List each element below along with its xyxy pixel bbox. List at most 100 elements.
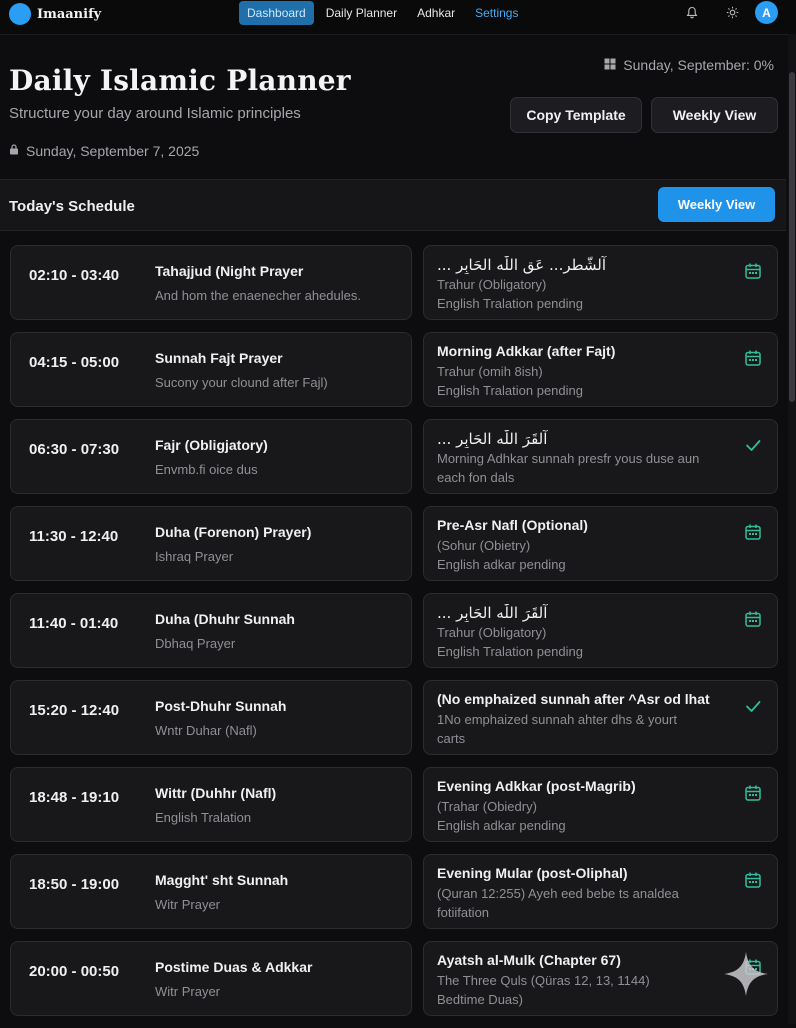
time-range: 04:15 - 05:00 [29,354,120,371]
schedule-row: 18:48 - 19:10 Wittr (Duhhr (Nafl) Englis… [10,767,778,844]
prayer-name: Sunnah Fajt Prayer [155,350,283,366]
prayer-card[interactable]: 18:50 - 19:00 Magght' sht Sunnah Witr Pr… [10,854,412,929]
brand[interactable]: Imaanify [9,3,101,25]
adhkar-card[interactable]: Evening Adkkar (post-Magrib) (Trahar (Ob… [423,767,778,842]
calendar-icon[interactable] [744,784,762,802]
copy-template-button[interactable]: Copy Template [510,97,642,133]
schedule-row: 06:30 - 07:30 Fajr (Obligjatory) Envmb.f… [10,419,778,496]
prayer-name: Wittr (Duhhr (Nafl) [155,785,277,801]
nav-links: Dashboard Daily Planner Adhkar Settings [239,1,530,25]
weekly-view-primary-button[interactable]: Weekly View [658,187,775,222]
check-icon[interactable] [744,436,762,454]
adhkar-detail: The Three Quls (Qüras 12, 13, 1144) [437,973,650,988]
time-range: 18:48 - 19:10 [29,789,120,806]
adhkar-translation: English adkar pending [437,557,566,572]
nav-link-settings[interactable]: Settings [467,1,526,25]
check-icon[interactable] [744,697,762,715]
adhkar-card[interactable]: ... آلشّطر... عَق اللّٰه الحَابِر Trahur… [423,245,778,320]
page-subtitle: Structure your day around Islamic princi… [9,105,301,122]
adhkar-translation: English Tralation pending [437,296,583,311]
time-range: 06:30 - 07:30 [29,441,120,458]
calendar-icon[interactable] [744,610,762,628]
schedule-row: 18:50 - 19:00 Magght' sht Sunnah Witr Pr… [10,854,778,931]
schedule-list: 02:10 - 03:40 Tahajjud (Night Prayer And… [10,245,778,1028]
prayer-name: Fajr (Obligjatory) [155,437,268,453]
adhkar-title: Morning Adkkar (after Fajt) [437,343,616,359]
adhkar-card[interactable]: ... آلقَرَ اللّٰه الحَابِر Trahur (Oblig… [423,593,778,668]
top-nav: Imaanify Dashboard Daily Planner Adhkar … [0,0,796,35]
prayer-card[interactable]: 06:30 - 07:30 Fajr (Obligjatory) Envmb.f… [10,419,412,494]
sparkle-icon[interactable] [722,950,770,998]
time-range: 15:20 - 12:40 [29,702,120,719]
prayer-card[interactable]: 18:48 - 19:10 Wittr (Duhhr (Nafl) Englis… [10,767,412,842]
adhkar-detail: (Sohur (Obietry) [437,538,531,553]
adhkar-translation: each fon dals [437,470,515,485]
prayer-name: Tahajjud (Night Prayer [155,263,304,279]
avatar[interactable]: A [755,1,778,24]
scrollbar-track[interactable] [788,34,796,1024]
prayer-card[interactable]: 11:40 - 01:40 Duha (Dhuhr Sunnah Dbhaq P… [10,593,412,668]
adhkar-translation: English Tralation pending [437,383,583,398]
adhkar-translation: Bedtime Duas) [437,992,523,1007]
adhkar-card[interactable]: Evening Mular (post-Oliphal) (Quran 12:2… [423,854,778,929]
adhkar-detail: 1No emphaized sunnah ahter dhs & yourt [437,712,677,727]
adhkar-detail: Trahur (omih 8ish) [437,364,543,379]
adhkar-card[interactable]: Pre-Asr Nafl (Optional) (Sohur (Obietry)… [423,506,778,581]
header-date-text: Sunday, September: 0% [623,57,774,73]
calendar-icon[interactable] [744,871,762,889]
prayer-card[interactable]: 20:00 - 00:50 Postime Duas & Adkkar Witr… [10,941,412,1016]
prayer-description: And hom the enaenecher ahedules. [155,288,361,303]
prayer-name: Duha (Forenon) Prayer) [155,524,312,540]
sun-icon[interactable] [726,6,739,22]
weekly-view-button[interactable]: Weekly View [651,97,778,133]
adhkar-title: ... آلشّطر... عَق اللّٰه الحَابِر [437,256,607,274]
adhkar-card[interactable]: Morning Adkkar (after Fajt) Trahur (omih… [423,332,778,407]
prayer-name: Duha (Dhuhr Sunnah [155,611,295,627]
nav-link-adhkar[interactable]: Adhkar [409,1,463,25]
schedule-row: 15:20 - 12:40 Post-Dhuhr Sunnah Wntr Duh… [10,680,778,757]
adhkar-title: Ayatsh al-Mulk (Chapter 67) [437,952,621,968]
prayer-description: Sucony your clound after Fajl) [155,375,328,390]
adhkar-card[interactable]: (No emphaized sunnah after ^Asr od lhat … [423,680,778,755]
schedule-row: 20:00 - 00:50 Postime Duas & Adkkar Witr… [10,941,778,1018]
adhkar-title: Pre-Asr Nafl (Optional) [437,517,588,533]
prayer-description: Wntr Duhar (Nafl) [155,723,257,738]
section-title: Today's Schedule [9,198,135,215]
time-range: 02:10 - 03:40 [29,267,120,284]
time-range: 20:00 - 00:50 [29,963,120,980]
adhkar-card[interactable]: ... آلقَرَ اللّٰه الحَابِر Morning Adhka… [423,419,778,494]
schedule-row: 11:40 - 01:40 Duha (Dhuhr Sunnah Dbhaq P… [10,593,778,670]
adhkar-detail: (Quran 12:255) Ayeh eed bebe ts analdea [437,886,679,901]
adhkar-translation: English Tralation pending [437,644,583,659]
calendar-icon[interactable] [744,349,762,367]
adhkar-title: Evening Mular (post-Oliphal) [437,865,628,881]
nav-link-dashboard[interactable]: Dashboard [239,1,314,25]
prayer-card[interactable]: 11:30 - 12:40 Duha (Forenon) Prayer) Ish… [10,506,412,581]
nav-link-daily-planner[interactable]: Daily Planner [318,1,405,25]
adhkar-title: ... آلقَرَ اللّٰه الحَابِر [437,430,548,448]
prayer-description: Ishraq Prayer [155,549,234,564]
adhkar-title: (No emphaized sunnah after ^Asr od lhat [437,691,710,707]
prayer-description: Envmb.fi oice dus [155,462,258,477]
adhkar-title: Evening Adkkar (post-Magrib) [437,778,636,794]
time-range: 11:30 - 12:40 [29,528,119,545]
adhkar-detail: Trahur (Obligatory) [437,625,547,640]
schedule-row: 11:30 - 12:40 Duha (Forenon) Prayer) Ish… [10,506,778,583]
header-date-progress: Sunday, September: 0% [604,57,774,73]
brand-logo-icon [9,3,31,25]
calendar-icon[interactable] [744,523,762,541]
prayer-card[interactable]: 15:20 - 12:40 Post-Dhuhr Sunnah Wntr Duh… [10,680,412,755]
grid-icon [604,58,616,73]
adhkar-translation: English adkar pending [437,818,566,833]
adhkar-translation: fotiifation [437,905,490,920]
prayer-description: Dbhaq Prayer [155,636,236,651]
prayer-card[interactable]: 02:10 - 03:40 Tahajjud (Night Prayer And… [10,245,412,320]
bell-icon[interactable] [686,6,698,22]
lock-icon [9,144,19,158]
prayer-name: Magght' sht Sunnah [155,872,289,888]
scrollbar-thumb[interactable] [789,72,795,402]
calendar-icon[interactable] [744,262,762,280]
prayer-card[interactable]: 04:15 - 05:00 Sunnah Fajt Prayer Sucony … [10,332,412,407]
prayer-description: Witr Prayer [155,984,220,999]
prayer-description: English Tralation [155,810,252,825]
